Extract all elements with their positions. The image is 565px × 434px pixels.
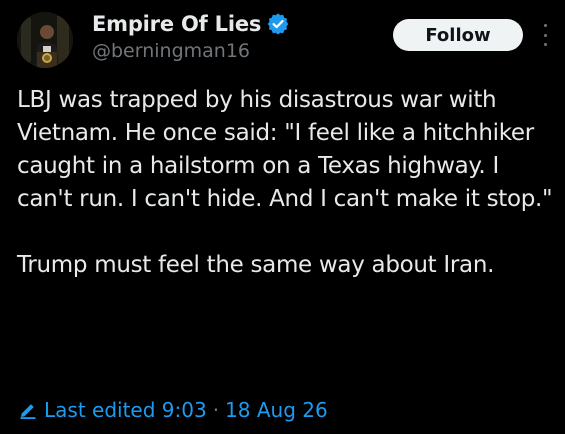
verified-badge-icon[interactable] xyxy=(267,13,289,35)
author-display-name[interactable]: Empire Of Lies xyxy=(92,12,261,36)
meta-separator: · xyxy=(212,398,220,422)
follow-button[interactable]: Follow xyxy=(393,19,523,51)
edited-info[interactable]: Last edited 9:03 · 18 Aug 26 xyxy=(18,396,328,424)
tweet-paragraph-2: Trump must feel the same way about Iran. xyxy=(17,252,495,278)
author-name-row: Empire Of Lies xyxy=(92,10,289,38)
post-date[interactable]: 18 Aug 26 xyxy=(225,398,328,422)
edit-pencil-icon xyxy=(18,400,38,420)
tweet-card: Empire Of Lies @berningman16 Follow LBJ … xyxy=(0,0,565,434)
author-handle[interactable]: @berningman16 xyxy=(92,40,250,62)
avatar[interactable] xyxy=(17,12,73,68)
more-options-icon[interactable] xyxy=(538,22,552,48)
tweet-paragraph-1: LBJ was trapped by his disastrous war wi… xyxy=(17,87,553,212)
edited-label[interactable]: Last edited 9:03 xyxy=(44,398,207,422)
tweet-text: LBJ was trapped by his disastrous war wi… xyxy=(17,84,557,282)
